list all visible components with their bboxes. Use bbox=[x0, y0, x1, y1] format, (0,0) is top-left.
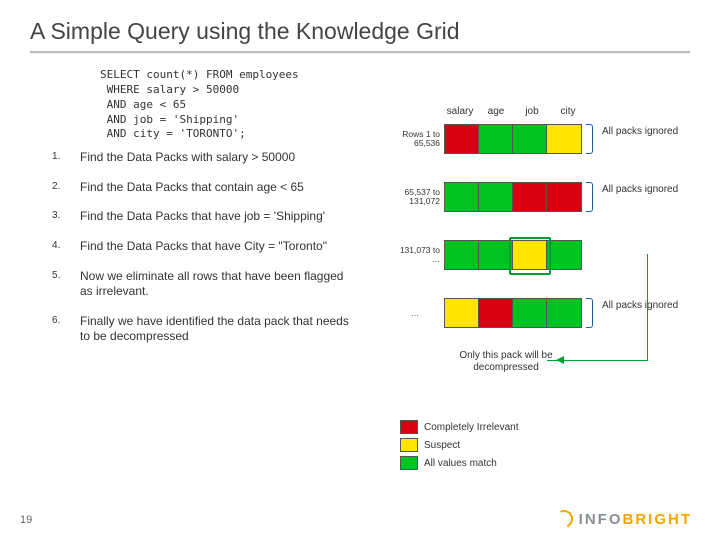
column-header: city bbox=[550, 106, 586, 117]
cell-irrelevant bbox=[445, 125, 479, 153]
decompress-label: Only this pack will be decompressed bbox=[456, 350, 556, 373]
legend: Completely Irrelevant Suspect All values… bbox=[400, 420, 518, 474]
cell-match bbox=[445, 241, 479, 269]
column-header: age bbox=[478, 106, 514, 117]
page-title: A Simple Query using the Knowledge Grid bbox=[0, 0, 720, 51]
page-number: 19 bbox=[20, 514, 32, 526]
list-item: Find the Data Packs with salary > 50000 bbox=[52, 150, 352, 166]
arrow-path bbox=[547, 254, 648, 361]
legend-item: Suspect bbox=[400, 438, 518, 452]
slide: A Simple Query using the Knowledge Grid … bbox=[0, 0, 720, 540]
row-label: 65,537 to 131,072 bbox=[390, 188, 444, 206]
swatch-match bbox=[400, 456, 418, 470]
highlight-box bbox=[509, 237, 551, 275]
cell-match bbox=[513, 125, 547, 153]
list-item: Find the Data Packs that have job = 'Shi… bbox=[52, 209, 352, 225]
grid-row: Rows 1 to 65,536 bbox=[390, 124, 582, 154]
legend-label: Suspect bbox=[424, 440, 460, 451]
row-label: … bbox=[390, 309, 444, 318]
divider bbox=[30, 51, 690, 54]
column-header: salary bbox=[442, 106, 478, 117]
cell-match bbox=[479, 125, 513, 153]
legend-item: Completely Irrelevant bbox=[400, 420, 518, 434]
cell-match bbox=[513, 299, 547, 327]
cell-match bbox=[445, 183, 479, 211]
arrow-path bbox=[560, 360, 647, 361]
logo-text-b: BRIGHT bbox=[623, 511, 693, 528]
cell-match bbox=[479, 183, 513, 211]
bracket-icon bbox=[586, 124, 593, 154]
arrowhead-icon bbox=[556, 356, 564, 364]
grid-column-headers: salary age job city bbox=[442, 106, 586, 117]
ignored-label: All packs ignored bbox=[602, 184, 678, 195]
cell-match bbox=[479, 241, 513, 269]
list-item: Now we eliminate all rows that have been… bbox=[52, 269, 352, 300]
row-label: Rows 1 to 65,536 bbox=[390, 130, 444, 148]
cells bbox=[444, 182, 582, 212]
cell-irrelevant bbox=[479, 299, 513, 327]
list-item: Find the Data Packs that have City = "To… bbox=[52, 239, 352, 255]
cells bbox=[444, 124, 582, 154]
cell-suspect bbox=[547, 125, 581, 153]
grid-row: 65,537 to 131,072 bbox=[390, 182, 582, 212]
ignored-label: All packs ignored bbox=[602, 126, 678, 137]
swatch-suspect bbox=[400, 438, 418, 452]
cell-irrelevant bbox=[547, 183, 581, 211]
legend-label: Completely Irrelevant bbox=[424, 422, 518, 433]
cell-suspect bbox=[445, 299, 479, 327]
swatch-irrelevant bbox=[400, 420, 418, 434]
logo: INFOBRIGHT bbox=[555, 510, 692, 528]
logo-text-a: INFO bbox=[579, 511, 623, 528]
column-header: job bbox=[514, 106, 550, 117]
list-item: Finally we have identified the data pack… bbox=[52, 314, 352, 345]
legend-label: All values match bbox=[424, 458, 497, 469]
bracket-icon bbox=[586, 182, 593, 212]
cell-irrelevant bbox=[513, 183, 547, 211]
steps-list: Find the Data Packs with salary > 50000 … bbox=[52, 150, 352, 345]
logo-mark-icon bbox=[552, 507, 575, 530]
row-label: 131,073 to … bbox=[390, 246, 444, 264]
list-item: Find the Data Packs that contain age < 6… bbox=[52, 180, 352, 196]
legend-item: All values match bbox=[400, 456, 518, 470]
